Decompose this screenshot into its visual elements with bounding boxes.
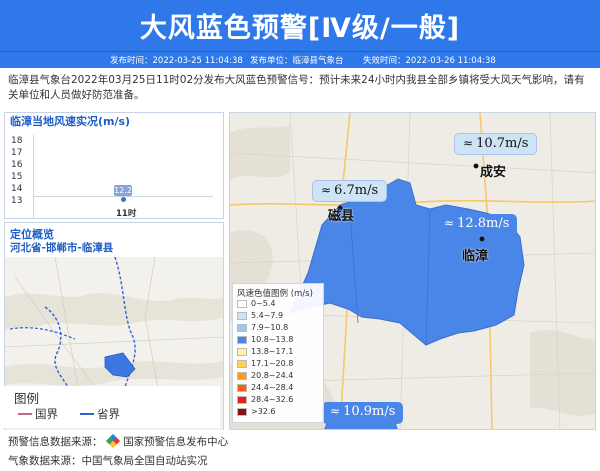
wind-legend-label: 13.8~17.1: [251, 347, 294, 356]
y-tick: 13: [11, 196, 23, 206]
location-path: 河北省-邯郸市-临漳县: [10, 242, 114, 254]
y-tick: 15: [11, 172, 23, 182]
wind-legend-label: 24.4~28.4: [251, 383, 294, 392]
y-tick: 14: [11, 184, 23, 194]
south-wind-label[interactable]: ≈10.9m/s: [322, 402, 404, 424]
wind-legend-swatch: [237, 408, 247, 416]
wind-speed-panel: 临漳当地风速实况(m/s) 18 17 16 15 14 13 12 12.2 …: [4, 112, 224, 219]
wind-legend-label: 5.4~7.9: [251, 311, 284, 320]
linzhang-label: 临漳: [462, 249, 489, 264]
y-tick: 17: [11, 148, 23, 158]
wind-legend-swatch: [237, 324, 247, 332]
expire-time: 失效时间：2022-03-26 11:04:38: [363, 56, 496, 66]
warning-title: 大风蓝色预警[Ⅳ级/一般]: [139, 13, 461, 44]
warning-notice: 临漳县气象台2022年03月25日11时02分发布大风蓝色预警信号：预计未来24…: [8, 74, 585, 101]
wind-legend-swatch: [237, 312, 247, 320]
wind-legend-swatch: [237, 336, 247, 344]
publish-time: 发布时间：2022-03-25 11:04:38: [110, 56, 243, 66]
warning-source: 预警信息数据来源： 国家预警信息发布中心: [8, 433, 229, 449]
y-tick: 18: [11, 136, 23, 146]
warning-org-logo-icon: [105, 433, 120, 449]
national-border-label: 国界: [35, 407, 58, 421]
linzhang-marker: [479, 236, 485, 242]
chengan-marker: [473, 163, 479, 169]
cixian-wind-label[interactable]: ≈6.7m/s: [312, 180, 388, 202]
south-wind-speed: 10.9m/s: [343, 404, 396, 419]
linzhang-wind-label[interactable]: ≈12.8m/s: [436, 214, 518, 236]
chengan-wind-label[interactable]: ≈10.7m/s: [454, 133, 538, 155]
overview-legend-title: 图例: [14, 391, 40, 406]
warning-meta-bar: 发布时间：2022-03-25 11:04:38 发布单位：临漳县气象台 失效时…: [0, 52, 600, 68]
wind-legend-swatch: [237, 348, 247, 356]
wind-panel-title: 临漳当地风速实况(m/s): [10, 115, 131, 128]
chart-y-axis: [33, 135, 34, 218]
wind-legend-label: 10.8~13.8: [251, 335, 294, 344]
wind-legend-label: 17.1~20.8: [251, 359, 294, 368]
cixian-label: 磁县: [328, 209, 355, 224]
wind-icon: ≈: [444, 216, 455, 230]
wind-legend-label: >32.6: [251, 407, 276, 416]
data-point[interactable]: [121, 197, 126, 202]
data-label: 12.2: [114, 185, 132, 196]
linzhang-wind-speed: 12.8m/s: [457, 216, 510, 231]
chengan-label: 成安: [480, 165, 507, 180]
warning-header: 大风蓝色预警[Ⅳ级/一般]: [0, 0, 600, 52]
wind-legend-label: 28.4~32.6: [251, 395, 294, 404]
province-border-swatch: [80, 413, 94, 415]
cixian-wind-speed: 6.7m/s: [334, 183, 379, 198]
wind-legend-label: 20.8~24.4: [251, 371, 294, 380]
x-tick: 11时: [116, 209, 137, 219]
wind-legend-swatch: [237, 396, 247, 404]
wind-icon: ≈: [463, 136, 474, 150]
wind-color-legend: 风速色值图例 (m/s) 0~5.4 5.4~7.9 7.9~10.8 10.8~13…: [232, 283, 324, 423]
warning-org-name: 国家预警信息发布中心: [123, 436, 229, 448]
wind-legend-swatch: [237, 360, 247, 368]
national-border-swatch: [18, 413, 32, 415]
wind-legend-label: 7.9~10.8: [251, 323, 289, 332]
wind-legend-swatch: [237, 384, 247, 392]
wind-legend-swatch: [237, 372, 247, 380]
wind-icon: ≈: [321, 183, 332, 197]
publisher: 发布单位：临漳县气象台: [250, 56, 344, 66]
y-tick: 16: [11, 160, 23, 170]
overview-legend: 图例 国界 省界: [4, 386, 220, 428]
wind-legend-label: 0~5.4: [251, 299, 276, 308]
wind-icon: ≈: [330, 404, 341, 418]
wind-legend-swatch: [237, 300, 247, 308]
warning-source-label: 预警信息数据来源：: [8, 436, 103, 448]
province-border-label: 省界: [97, 407, 120, 421]
chengan-wind-speed: 10.7m/s: [476, 136, 529, 151]
wind-legend-title: 风速色值图例 (m/s): [237, 289, 313, 299]
weather-source: 气象数据来源：中国气象局全国自动站实况: [8, 455, 208, 467]
